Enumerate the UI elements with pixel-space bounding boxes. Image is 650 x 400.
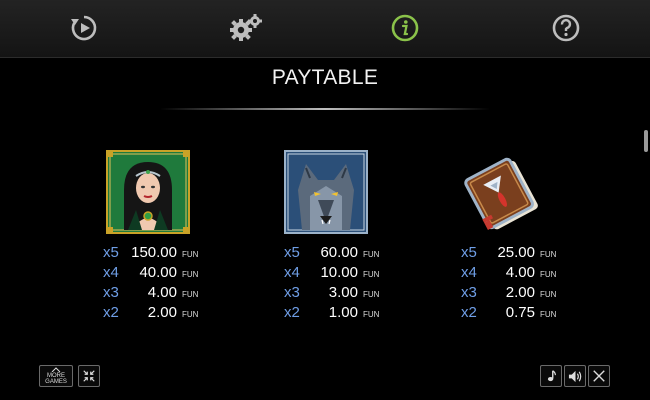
title-divider — [160, 108, 490, 110]
info-button[interactable] — [389, 12, 421, 44]
pay-row: x2 1.00 FUN — [284, 303, 379, 323]
multiplier: x3 — [103, 284, 119, 301]
replay-button[interactable] — [68, 12, 100, 44]
currency: FUN — [363, 250, 380, 259]
close-button[interactable] — [588, 365, 610, 387]
pay-row: x4 4.00 FUN — [461, 263, 556, 283]
paytable-wolf: x5 60.00 FUN x4 10.00 FUN x3 3.00 FUN x2… — [284, 243, 379, 323]
currency: FUN — [363, 290, 380, 299]
music-button[interactable] — [540, 365, 562, 387]
payout: 40.00 — [139, 264, 177, 281]
sorceress-icon — [106, 150, 190, 234]
multiplier: x2 — [461, 304, 477, 321]
sound-button[interactable] — [564, 365, 586, 387]
pay-row: x3 4.00 FUN — [103, 283, 198, 303]
payout: 10.00 — [320, 264, 358, 281]
spellbook-icon — [464, 157, 538, 230]
wolf-icon — [284, 150, 368, 234]
payout: 150.00 — [131, 244, 177, 261]
currency: FUN — [363, 310, 380, 319]
multiplier: x4 — [103, 264, 119, 281]
info-icon — [391, 14, 419, 42]
currency: FUN — [182, 310, 199, 319]
paytable-sorceress: x5 150.00 FUN x4 40.00 FUN x3 4.00 FUN x… — [103, 243, 198, 323]
help-icon — [552, 14, 580, 42]
music-icon — [547, 370, 556, 382]
close-icon — [593, 370, 605, 382]
sound-icon — [568, 370, 581, 382]
payout: 4.00 — [505, 264, 535, 281]
multiplier: x3 — [284, 284, 300, 301]
collapse-icon — [83, 370, 95, 382]
multiplier: x4 — [284, 264, 300, 281]
more-games-label-2: GAMES — [45, 379, 67, 385]
currency: FUN — [363, 270, 380, 279]
collapse-button[interactable] — [78, 365, 100, 387]
page-title: PAYTABLE — [271, 66, 379, 89]
payout: 1.00 — [328, 304, 358, 321]
currency: FUN — [182, 250, 199, 259]
currency: FUN — [182, 290, 199, 299]
pay-row: x5 60.00 FUN — [284, 243, 379, 263]
pay-row: x5 150.00 FUN — [103, 243, 198, 263]
gears-icon — [230, 14, 262, 41]
payout: 2.00 — [147, 304, 177, 321]
payout: 3.00 — [328, 284, 358, 301]
multiplier: x5 — [103, 244, 119, 261]
payout: 60.00 — [320, 244, 358, 261]
currency: FUN — [540, 270, 557, 279]
pay-row: x2 2.00 FUN — [103, 303, 198, 323]
multiplier: x5 — [461, 244, 477, 261]
payout: 0.75 — [505, 304, 535, 321]
multiplier: x2 — [103, 304, 119, 321]
currency: FUN — [540, 250, 557, 259]
more-games-button[interactable]: MORE GAMES — [39, 365, 73, 387]
payout: 25.00 — [497, 244, 535, 261]
home-icon — [51, 367, 61, 372]
multiplier: x4 — [461, 264, 477, 281]
pay-row: x5 25.00 FUN — [461, 243, 556, 263]
multiplier: x3 — [461, 284, 477, 301]
currency: FUN — [182, 270, 199, 279]
pay-row: x4 40.00 FUN — [103, 263, 198, 283]
replay-icon — [71, 15, 97, 41]
symbol-spellbook — [462, 150, 546, 234]
multiplier: x5 — [284, 244, 300, 261]
currency: FUN — [540, 310, 557, 319]
paytable-spellbook: x5 25.00 FUN x4 4.00 FUN x3 2.00 FUN x2 … — [461, 243, 556, 323]
help-button[interactable] — [550, 12, 582, 44]
payout: 2.00 — [505, 284, 535, 301]
scrollbar-thumb[interactable] — [644, 130, 648, 152]
top-toolbar — [0, 0, 650, 58]
pay-row: x4 10.00 FUN — [284, 263, 379, 283]
symbol-wolf — [284, 150, 368, 234]
multiplier: x2 — [284, 304, 300, 321]
payout: 4.00 — [147, 284, 177, 301]
currency: FUN — [540, 290, 557, 299]
pay-row: x3 2.00 FUN — [461, 283, 556, 303]
symbol-sorceress — [106, 150, 190, 234]
pay-row: x2 0.75 FUN — [461, 303, 556, 323]
pay-row: x3 3.00 FUN — [284, 283, 379, 303]
settings-button[interactable] — [228, 12, 264, 44]
